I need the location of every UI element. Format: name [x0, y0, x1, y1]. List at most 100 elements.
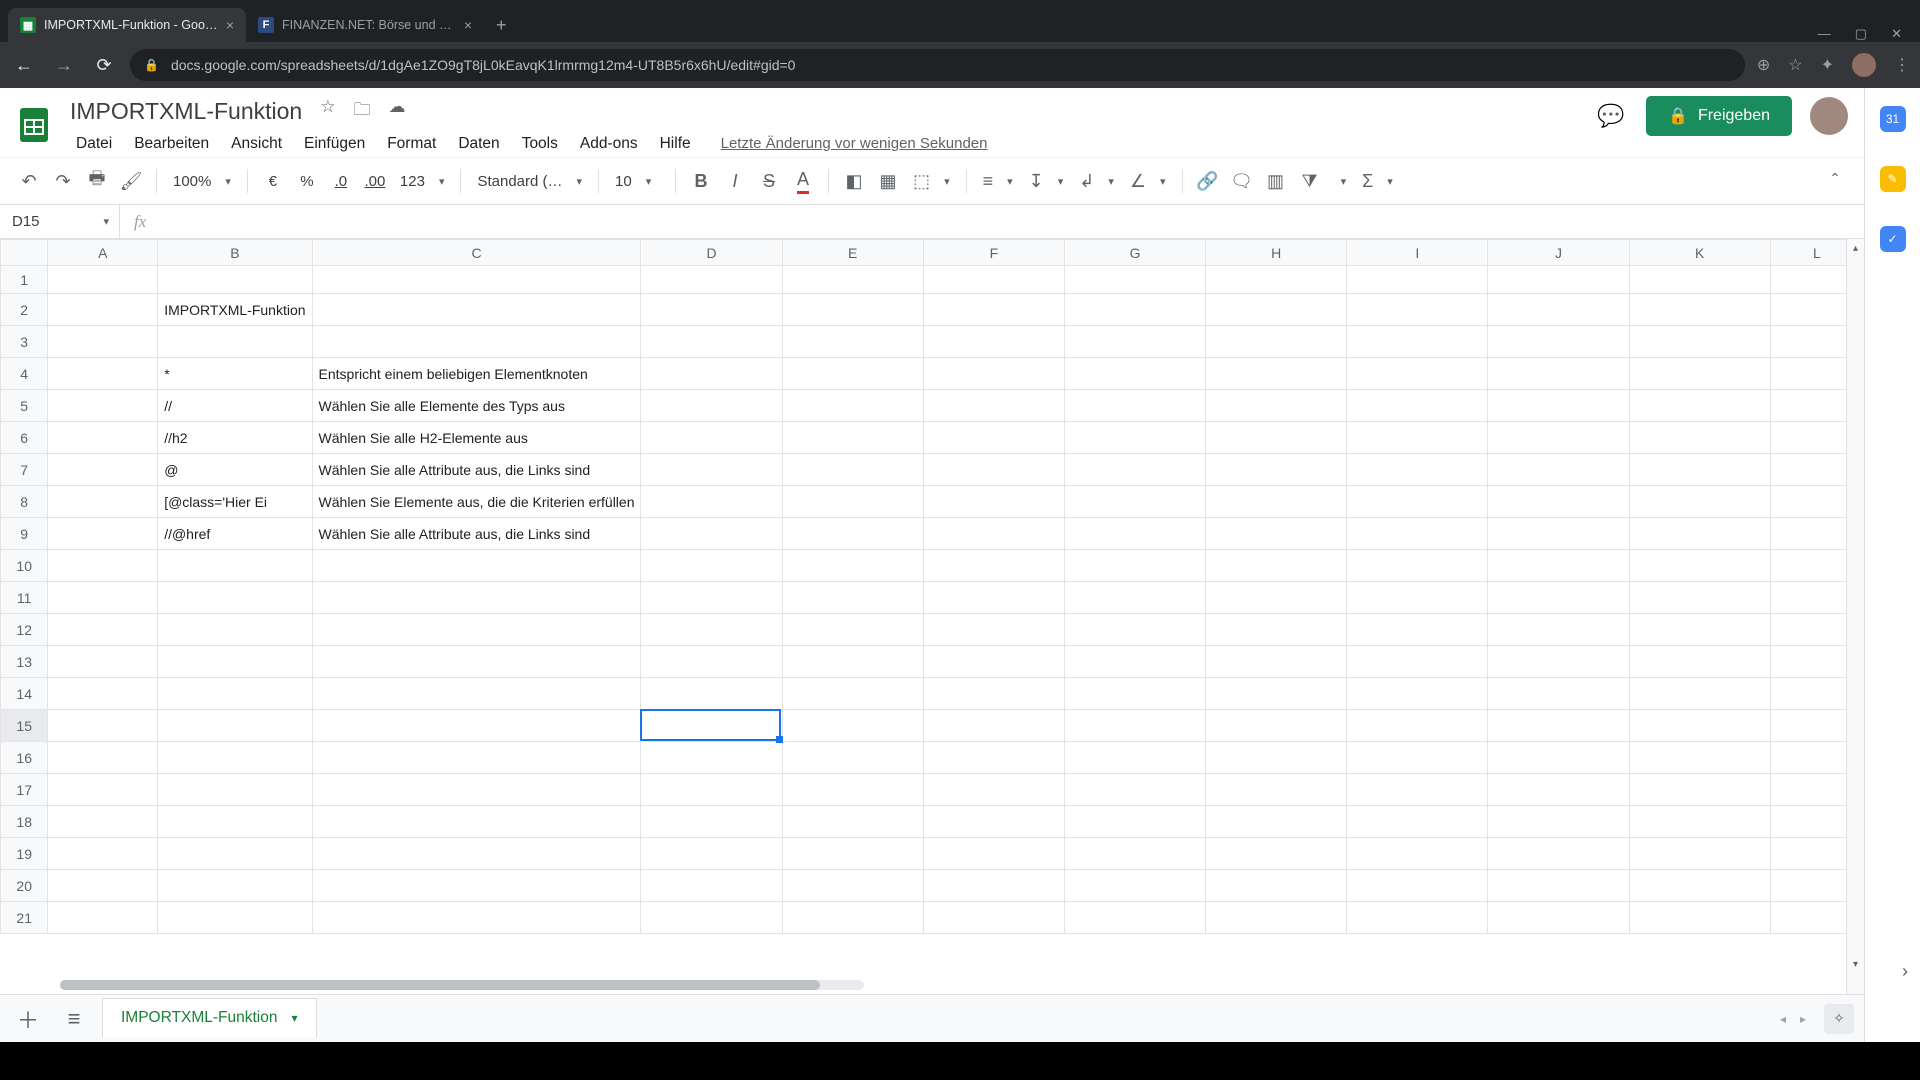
sheets-logo-icon[interactable] — [12, 96, 56, 152]
format-currency-button[interactable]: € — [258, 165, 288, 197]
browser-tab-1[interactable]: ▦ IMPORTXML-Funktion - Google × — [8, 8, 246, 42]
cell[interactable]: * — [158, 358, 312, 390]
cell[interactable] — [1206, 710, 1347, 742]
cell[interactable] — [1064, 902, 1205, 934]
print-button[interactable]: 🖶 — [82, 165, 112, 197]
fill-color-button[interactable]: ◧ — [839, 165, 869, 197]
cell[interactable] — [1206, 326, 1347, 358]
cell[interactable] — [782, 550, 923, 582]
cell[interactable] — [1488, 838, 1629, 870]
cell[interactable] — [1488, 806, 1629, 838]
cell[interactable] — [1629, 266, 1770, 294]
cell[interactable] — [782, 614, 923, 646]
cell[interactable] — [1488, 266, 1629, 294]
cell[interactable] — [158, 646, 312, 678]
cell[interactable] — [1629, 294, 1770, 326]
cell[interactable] — [923, 390, 1064, 422]
cell[interactable] — [1206, 422, 1347, 454]
forward-button[interactable]: → — [50, 55, 78, 76]
borders-button[interactable]: ▦ — [873, 165, 903, 197]
cell[interactable] — [158, 678, 312, 710]
column-header[interactable]: H — [1206, 240, 1347, 266]
cell[interactable] — [782, 390, 923, 422]
cell[interactable] — [312, 550, 641, 582]
cell[interactable] — [1064, 806, 1205, 838]
cell[interactable]: Wählen Sie alle Attribute aus, die Links… — [312, 518, 641, 550]
row-header[interactable]: 2 — [1, 294, 48, 326]
cell[interactable] — [1347, 710, 1488, 742]
cell[interactable] — [782, 454, 923, 486]
cell[interactable] — [923, 614, 1064, 646]
cell[interactable] — [782, 742, 923, 774]
cell[interactable] — [641, 742, 782, 774]
horizontal-scrollbar[interactable] — [60, 980, 864, 990]
cell[interactable] — [641, 266, 782, 294]
cell[interactable] — [1064, 838, 1205, 870]
cell[interactable] — [1488, 870, 1629, 902]
insert-comment-button[interactable]: 🗨 — [1227, 165, 1257, 197]
row-header[interactable]: 5 — [1, 390, 48, 422]
menu-format[interactable]: Format — [377, 131, 446, 157]
cell[interactable] — [158, 870, 312, 902]
cell[interactable] — [158, 710, 312, 742]
cell[interactable] — [1064, 390, 1205, 422]
scroll-down-icon[interactable]: ▾ — [1847, 959, 1864, 970]
account-avatar[interactable] — [1810, 97, 1848, 135]
cell[interactable] — [1206, 582, 1347, 614]
cell[interactable] — [1064, 710, 1205, 742]
cell[interactable] — [782, 582, 923, 614]
cell[interactable] — [923, 678, 1064, 710]
bold-button[interactable]: B — [686, 165, 716, 197]
cell[interactable] — [1064, 326, 1205, 358]
cell[interactable] — [158, 774, 312, 806]
cell[interactable] — [1206, 266, 1347, 294]
cell[interactable] — [923, 870, 1064, 902]
vertical-scrollbar[interactable]: ▴ ▾ — [1846, 239, 1864, 994]
cell[interactable] — [923, 294, 1064, 326]
cell[interactable] — [1206, 742, 1347, 774]
cell[interactable]: IMPORTXML-Funktion — [158, 294, 312, 326]
row-header[interactable]: 15 — [1, 710, 48, 742]
cell[interactable] — [1488, 710, 1629, 742]
cell[interactable] — [1064, 646, 1205, 678]
cell[interactable] — [48, 358, 158, 390]
cell[interactable] — [1347, 358, 1488, 390]
cell[interactable] — [1347, 902, 1488, 934]
cell[interactable]: @ — [158, 454, 312, 486]
cell[interactable] — [1064, 454, 1205, 486]
cell[interactable] — [641, 806, 782, 838]
column-header[interactable]: B — [158, 240, 312, 266]
cell[interactable] — [1347, 390, 1488, 422]
cell[interactable] — [1347, 678, 1488, 710]
cell[interactable]: //@href — [158, 518, 312, 550]
explore-button[interactable]: ✧ — [1824, 1004, 1854, 1034]
filter-button[interactable]: ⧩ — [1295, 165, 1325, 197]
cell[interactable] — [1064, 870, 1205, 902]
column-header[interactable]: J — [1488, 240, 1629, 266]
close-icon[interactable]: × — [464, 17, 472, 33]
menu-addons[interactable]: Add-ons — [570, 131, 648, 157]
cell[interactable] — [1488, 678, 1629, 710]
cell[interactable] — [1347, 266, 1488, 294]
row-header[interactable]: 18 — [1, 806, 48, 838]
cell[interactable] — [782, 838, 923, 870]
cell[interactable] — [48, 806, 158, 838]
cell[interactable] — [641, 646, 782, 678]
cell[interactable] — [1347, 454, 1488, 486]
horizontal-align-button[interactable]: ≡ — [977, 171, 1019, 192]
cell[interactable] — [641, 870, 782, 902]
cell[interactable] — [1629, 742, 1770, 774]
row-header[interactable]: 6 — [1, 422, 48, 454]
back-button[interactable]: ← — [10, 55, 38, 76]
cell[interactable] — [641, 614, 782, 646]
cell[interactable] — [1347, 838, 1488, 870]
font-size-select[interactable]: 10 — [609, 173, 665, 190]
text-rotation-button[interactable]: ∠ — [1124, 171, 1172, 192]
cell[interactable] — [1488, 774, 1629, 806]
cell[interactable] — [1629, 486, 1770, 518]
cell[interactable] — [48, 454, 158, 486]
cell[interactable] — [1488, 294, 1629, 326]
zoom-select[interactable]: 100% — [167, 173, 237, 190]
star-icon[interactable]: ☆ — [320, 97, 335, 126]
row-header[interactable]: 21 — [1, 902, 48, 934]
